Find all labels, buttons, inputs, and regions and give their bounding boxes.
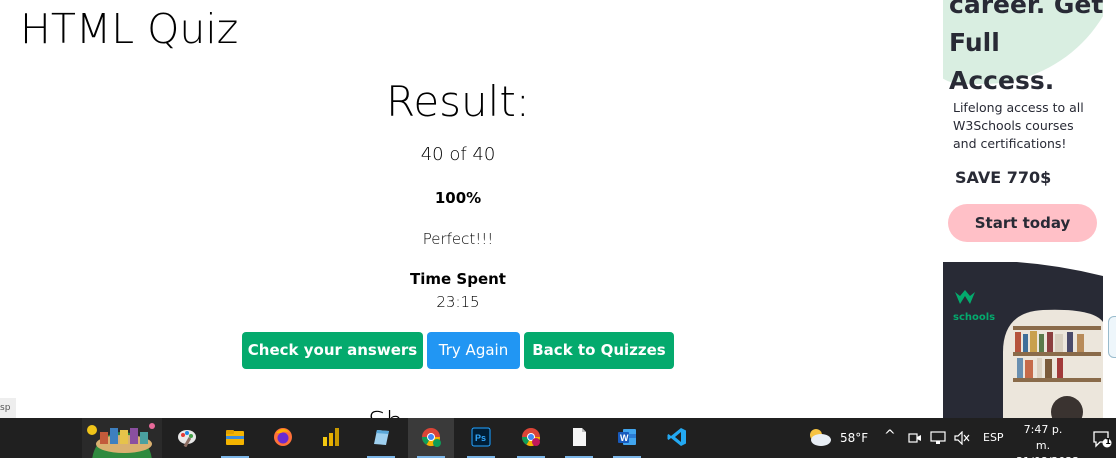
chrome-profile-glyph <box>522 428 540 447</box>
result-message: Perfect!!! <box>422 230 494 248</box>
page-title: HTML Quiz <box>20 5 239 53</box>
notes-icon[interactable] <box>358 418 404 458</box>
chrome-icon[interactable] <box>408 418 454 458</box>
check-answers-button[interactable]: Check your answers <box>242 332 423 369</box>
file-icon[interactable] <box>556 418 602 458</box>
document-glyph <box>573 428 586 446</box>
svg-text:Ps: Ps <box>475 433 486 443</box>
weather-cloud-icon[interactable] <box>806 427 832 447</box>
volume-muted-icon[interactable] <box>954 431 970 445</box>
try-again-button[interactable]: Try Again <box>427 332 520 369</box>
folder-glyph <box>226 430 244 445</box>
firefox-glyph <box>274 428 292 446</box>
clock[interactable]: 7:47 p. m. 31/08/2022 <box>1016 422 1080 470</box>
firefox-icon[interactable] <box>260 418 306 458</box>
ad-logo-text: schools <box>953 312 996 323</box>
ad-headline: career. Get Full Access. <box>949 0 1103 100</box>
photoshop-icon[interactable]: Ps <box>458 418 504 458</box>
share-heading: Sh <box>368 405 404 418</box>
chrome-profile-icon[interactable] <box>508 418 554 458</box>
notes-glyph <box>374 430 389 445</box>
quiz-result-page: HTML Quiz Result: 40 of 40 100% Perfect!… <box>0 0 928 418</box>
time-spent-value: 23:15 <box>436 293 480 311</box>
ad-price: SAVE 770$ <box>955 168 1052 187</box>
paint-icon[interactable] <box>164 418 210 458</box>
taskbar: Ps W 58°F ^ ESP <box>0 418 1116 458</box>
weather-temperature[interactable]: 58°F <box>840 431 868 445</box>
photoshop-glyph: Ps <box>471 427 491 447</box>
ad-headline-line1: career. Get <box>949 0 1103 19</box>
notification-count: 1 <box>1105 437 1111 446</box>
score-text: 40 of 40 <box>420 144 496 165</box>
back-to-quizzes-button[interactable]: Back to Quizzes <box>524 332 674 369</box>
scrollbar[interactable] <box>928 0 943 418</box>
meet-icon[interactable] <box>908 431 922 445</box>
word-glyph: W <box>618 429 636 445</box>
power-bi-icon[interactable] <box>308 418 354 458</box>
paint-glyph <box>178 430 196 447</box>
chrome-glyph <box>422 428 441 447</box>
ad-body-text: Lifelong access to all W3Schools courses… <box>953 100 1084 151</box>
side-tag: sp <box>0 398 16 418</box>
advertisement[interactable]: career. Get Full Access. Lifelong access… <box>943 0 1103 418</box>
ad-start-today-button[interactable]: Start today <box>948 204 1097 242</box>
word-icon[interactable]: W <box>604 418 650 458</box>
time-spent-label: Time Spent <box>410 270 506 288</box>
vscode-glyph <box>667 428 686 446</box>
side-panel-handle[interactable] <box>1108 316 1116 358</box>
ad-headline-line2: Full Access. <box>949 28 1055 95</box>
vscode-icon[interactable] <box>654 418 700 458</box>
input-language[interactable]: ESP <box>983 431 1004 444</box>
score-percent: 100% <box>434 189 482 207</box>
power-bi-glyph <box>323 428 339 446</box>
chevron-up-icon[interactable]: ^ <box>884 428 896 444</box>
network-icon[interactable] <box>930 431 946 445</box>
ad-image <box>943 262 1103 418</box>
search-highlight-illustration[interactable] <box>82 418 162 458</box>
clock-date: 31/08/2022 <box>1016 455 1080 468</box>
file-explorer-icon[interactable] <box>212 418 258 458</box>
svg-text:W: W <box>620 433 629 443</box>
clock-time: 7:47 p. m. <box>1023 423 1063 452</box>
result-heading: Result: <box>386 77 530 126</box>
